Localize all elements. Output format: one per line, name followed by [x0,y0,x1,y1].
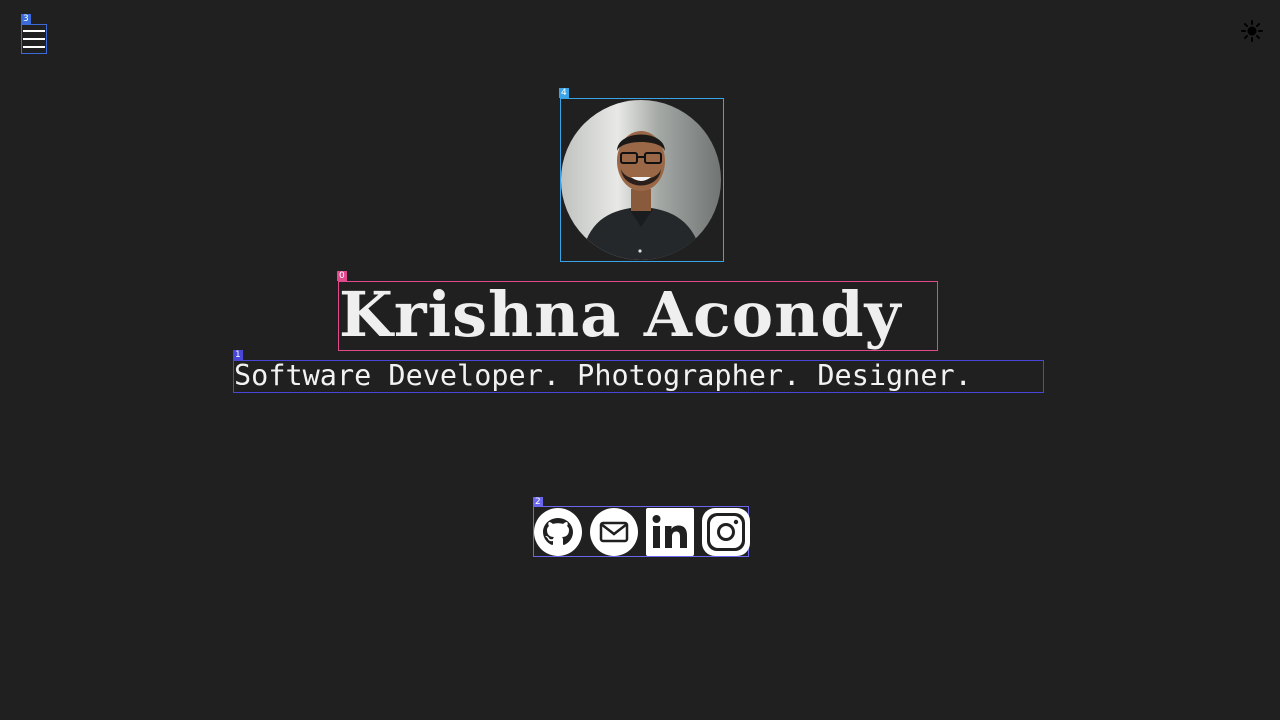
email-icon [590,507,638,556]
annotation-badge-tagline: 1 [233,350,243,360]
menu-bar-top [23,30,45,32]
page-title: Krishna Acondy [338,281,938,351]
sun-icon [1241,20,1263,42]
annotation-badge-avatar: 4 [559,88,569,98]
github-icon [534,507,582,556]
email-link[interactable] [590,507,638,556]
instagram-icon [702,507,750,556]
tagline: Software Developer. Photographer. Design… [233,360,1044,393]
avatar [560,98,724,262]
instagram-link[interactable] [702,507,750,556]
menu-bar-bottom [23,46,45,48]
linkedin-link[interactable] [646,507,694,556]
theme-toggle-button[interactable] [1240,19,1264,43]
menu-bar-middle [23,38,45,40]
profile-photo [561,100,721,260]
social-links [533,506,750,557]
hamburger-menu-icon[interactable] [21,24,47,54]
github-link[interactable] [534,507,582,556]
linkedin-icon [646,507,694,556]
annotation-badge-menu: 3 [21,14,31,24]
